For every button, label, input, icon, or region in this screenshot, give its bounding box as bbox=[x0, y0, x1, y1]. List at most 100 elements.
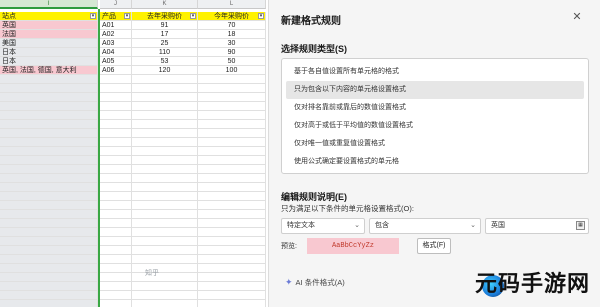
table-cell-site[interactable]: 法国 bbox=[0, 30, 98, 39]
empty-cell[interactable] bbox=[132, 174, 198, 183]
table-cell-last[interactable]: 25 bbox=[132, 39, 198, 48]
empty-cell[interactable] bbox=[198, 174, 266, 183]
empty-cell[interactable] bbox=[198, 282, 266, 291]
empty-cell[interactable] bbox=[100, 129, 132, 138]
empty-cell[interactable] bbox=[198, 192, 266, 201]
empty-cell[interactable] bbox=[132, 147, 198, 156]
empty-cell[interactable] bbox=[198, 93, 266, 102]
empty-cell[interactable] bbox=[198, 210, 266, 219]
table-cell-product[interactable]: A06 bbox=[100, 66, 132, 75]
empty-cell[interactable] bbox=[0, 246, 98, 255]
empty-cell[interactable] bbox=[0, 120, 98, 129]
empty-cell[interactable] bbox=[0, 111, 98, 120]
header-cell-site[interactable]: 站点 ▾ bbox=[0, 12, 98, 21]
empty-cell[interactable] bbox=[0, 228, 98, 237]
empty-cell[interactable] bbox=[100, 102, 132, 111]
empty-cell[interactable] bbox=[0, 156, 98, 165]
empty-cell[interactable] bbox=[0, 201, 98, 210]
column-header-l[interactable]: L bbox=[198, 0, 266, 9]
empty-cell[interactable] bbox=[100, 291, 132, 300]
rule-type-item[interactable]: 仅对唯一值或重复值设置格式 bbox=[286, 135, 584, 153]
empty-cell[interactable] bbox=[100, 156, 132, 165]
empty-cell[interactable] bbox=[132, 93, 198, 102]
empty-cell[interactable] bbox=[100, 300, 132, 307]
table-cell-this[interactable]: 30 bbox=[198, 39, 266, 48]
column-header-i[interactable]: I bbox=[0, 0, 98, 9]
empty-cell[interactable] bbox=[132, 255, 198, 264]
empty-cell[interactable] bbox=[198, 228, 266, 237]
empty-cell[interactable] bbox=[198, 111, 266, 120]
empty-cell[interactable] bbox=[0, 282, 98, 291]
condition-operator-select[interactable]: 包含 ⌄ bbox=[369, 218, 481, 234]
empty-cell[interactable] bbox=[100, 264, 132, 273]
empty-cell[interactable] bbox=[132, 273, 198, 282]
empty-cell[interactable] bbox=[198, 147, 266, 156]
rule-type-item[interactable]: 使用公式确定要设置格式的单元格 bbox=[286, 153, 584, 171]
table-cell-site[interactable]: 英国 bbox=[0, 21, 98, 30]
table-cell-product[interactable]: A05 bbox=[100, 57, 132, 66]
empty-cell[interactable] bbox=[132, 138, 198, 147]
empty-cell[interactable] bbox=[100, 120, 132, 129]
empty-cell[interactable] bbox=[132, 282, 198, 291]
empty-cell[interactable] bbox=[132, 183, 198, 192]
table-cell-product[interactable]: A04 bbox=[100, 48, 132, 57]
empty-cell[interactable] bbox=[100, 165, 132, 174]
empty-cell[interactable] bbox=[132, 75, 198, 84]
empty-cell[interactable] bbox=[100, 255, 132, 264]
empty-cell[interactable] bbox=[198, 219, 266, 228]
empty-cell[interactable] bbox=[0, 237, 98, 246]
empty-cell[interactable] bbox=[0, 300, 98, 307]
empty-cell[interactable] bbox=[198, 84, 266, 93]
empty-cell[interactable] bbox=[0, 165, 98, 174]
empty-cell[interactable] bbox=[100, 147, 132, 156]
ai-conditional-format-button[interactable]: ✦ AI 条件格式(A) bbox=[281, 273, 345, 291]
table-cell-last[interactable]: 91 bbox=[132, 21, 198, 30]
column-header-j[interactable]: J bbox=[100, 0, 132, 9]
empty-cell[interactable] bbox=[132, 291, 198, 300]
empty-cell[interactable] bbox=[0, 138, 98, 147]
header-cell-this-price[interactable]: 今年采购价 ▾ bbox=[198, 12, 266, 21]
empty-cell[interactable] bbox=[198, 273, 266, 282]
empty-cell[interactable] bbox=[100, 84, 132, 93]
empty-cell[interactable] bbox=[198, 120, 266, 129]
empty-cell[interactable] bbox=[132, 102, 198, 111]
empty-cell[interactable] bbox=[132, 165, 198, 174]
empty-cell[interactable] bbox=[198, 138, 266, 147]
table-cell-last[interactable]: 120 bbox=[132, 66, 198, 75]
filter-dropdown-icon[interactable]: ▾ bbox=[90, 13, 96, 19]
empty-cell[interactable] bbox=[100, 228, 132, 237]
empty-cell[interactable] bbox=[132, 228, 198, 237]
header-cell-product[interactable]: 产品 ▾ bbox=[100, 12, 132, 21]
empty-cell[interactable] bbox=[132, 201, 198, 210]
empty-cell[interactable] bbox=[100, 237, 132, 246]
empty-cell[interactable] bbox=[100, 111, 132, 120]
empty-cell[interactable] bbox=[132, 156, 198, 165]
empty-cell[interactable] bbox=[0, 75, 98, 84]
empty-cell[interactable] bbox=[198, 129, 266, 138]
empty-cell[interactable] bbox=[0, 273, 98, 282]
empty-cell[interactable] bbox=[198, 102, 266, 111]
table-cell-product[interactable]: A02 bbox=[100, 30, 132, 39]
empty-cell[interactable] bbox=[0, 147, 98, 156]
empty-cell[interactable] bbox=[100, 210, 132, 219]
empty-cell[interactable] bbox=[198, 255, 266, 264]
empty-cell[interactable] bbox=[100, 183, 132, 192]
condition-type-select[interactable]: 特定文本 ⌄ bbox=[281, 218, 365, 234]
filter-dropdown-icon[interactable]: ▾ bbox=[190, 13, 196, 19]
empty-cell[interactable] bbox=[100, 282, 132, 291]
empty-cell[interactable] bbox=[198, 264, 266, 273]
empty-cell[interactable] bbox=[132, 84, 198, 93]
empty-cell[interactable] bbox=[198, 246, 266, 255]
close-icon[interactable]: ✕ bbox=[570, 10, 584, 24]
empty-cell[interactable] bbox=[132, 246, 198, 255]
empty-cell[interactable] bbox=[198, 156, 266, 165]
table-cell-site[interactable]: 英国, 法国, 德国, 意大利 bbox=[0, 66, 98, 75]
empty-cell[interactable] bbox=[198, 75, 266, 84]
table-cell-last[interactable]: 17 bbox=[132, 30, 198, 39]
rule-type-item-selected[interactable]: 只为包含以下内容的单元格设置格式 bbox=[286, 81, 584, 99]
rule-type-item[interactable]: 基于各自值设置所有单元格的格式 bbox=[286, 63, 584, 81]
empty-cell[interactable] bbox=[0, 219, 98, 228]
rule-type-item[interactable]: 仅对排名靠前或靠后的数值设置格式 bbox=[286, 99, 584, 117]
table-cell-this[interactable]: 70 bbox=[198, 21, 266, 30]
empty-cell[interactable] bbox=[0, 255, 98, 264]
